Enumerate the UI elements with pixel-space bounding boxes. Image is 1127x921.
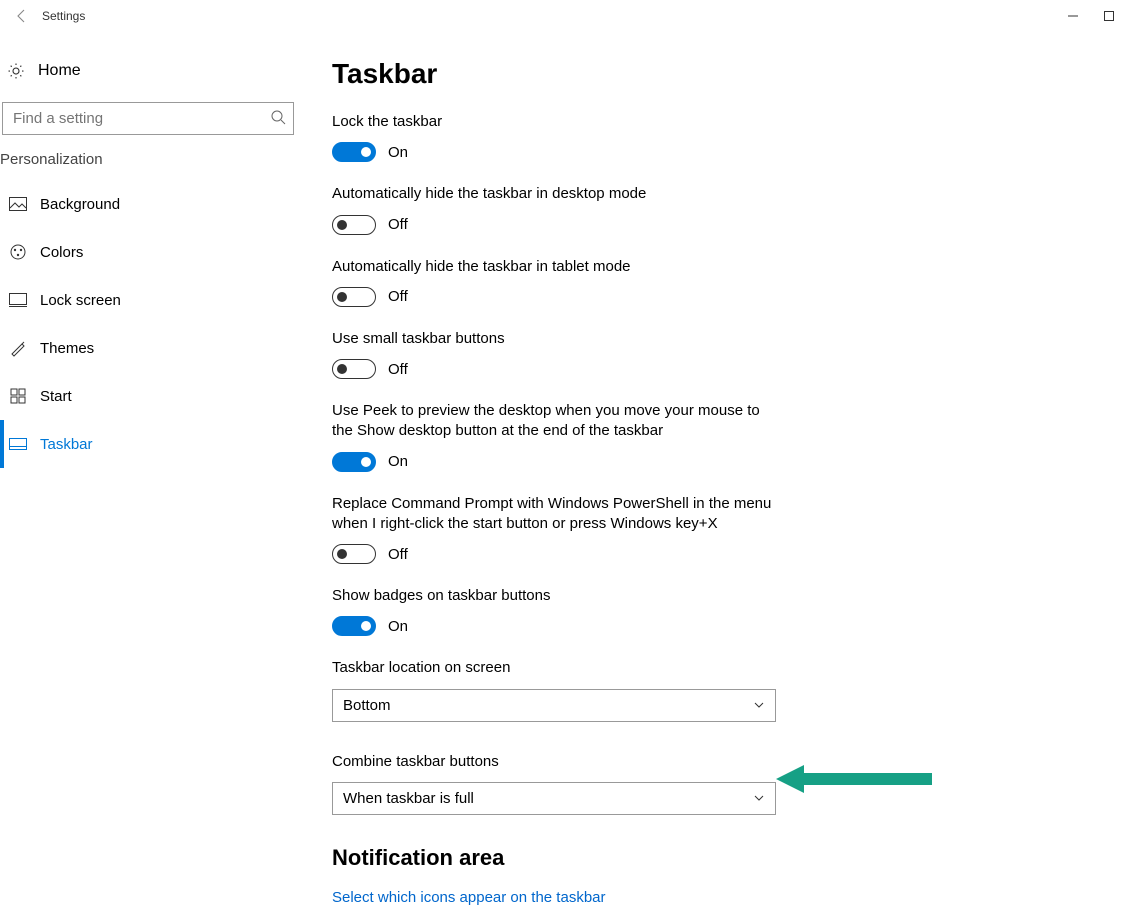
home-nav[interactable]: Home [0, 52, 296, 90]
window-controls [1067, 10, 1115, 22]
minimize-icon [1067, 10, 1079, 22]
titlebar: Settings [0, 0, 1127, 32]
back-button[interactable] [8, 2, 36, 30]
toggle-autohide-desktop-state: Off [388, 216, 408, 233]
sidebar-item-label: Background [40, 196, 120, 213]
label-lock: Lock the taskbar [332, 112, 772, 132]
search-input[interactable] [2, 102, 294, 135]
category-label: Personalization [0, 151, 296, 180]
label-autohide-tablet: Automatically hide the taskbar in tablet… [332, 257, 772, 277]
toggle-autohide-tablet-state: Off [388, 288, 408, 305]
themes-icon [6, 339, 30, 357]
toggle-autohide-tablet[interactable] [332, 287, 376, 307]
start-icon [6, 388, 30, 404]
toggle-badges-state: On [388, 618, 408, 635]
gear-icon [4, 62, 28, 80]
sidebar-item-lockscreen[interactable]: Lock screen [0, 276, 296, 324]
sidebar-item-start[interactable]: Start [0, 372, 296, 420]
toggle-badges[interactable] [332, 616, 376, 636]
sidebar-item-label: Start [40, 388, 72, 405]
search-icon [270, 109, 286, 125]
sidebar-item-label: Taskbar [40, 436, 93, 453]
chevron-down-icon [753, 792, 765, 804]
toggle-peek[interactable] [332, 452, 376, 472]
label-location: Taskbar location on screen [332, 658, 772, 678]
palette-icon [6, 243, 30, 261]
label-autohide-desktop: Automatically hide the taskbar in deskto… [332, 184, 772, 204]
taskbar-icon [6, 438, 30, 450]
label-peek: Use Peek to preview the desktop when you… [332, 401, 772, 442]
search-wrap [2, 102, 294, 135]
sidebar-item-taskbar[interactable]: Taskbar [0, 420, 296, 468]
page-title: Taskbar [332, 58, 776, 90]
select-combine[interactable]: When taskbar is full [332, 782, 776, 815]
window-title: Settings [42, 9, 85, 23]
sidebar: Home Personalization Background Colors L… [0, 32, 296, 906]
chevron-down-icon [753, 699, 765, 711]
content-pane: Taskbar Lock the taskbar On Automaticall… [296, 58, 776, 906]
label-combine: Combine taskbar buttons [332, 752, 772, 772]
label-powershell: Replace Command Prompt with Windows Powe… [332, 494, 772, 535]
toggle-powershell-state: Off [388, 546, 408, 563]
maximize-icon [1103, 10, 1115, 22]
home-label: Home [38, 62, 81, 80]
annotation-arrow [776, 759, 936, 799]
sidebar-item-label: Lock screen [40, 292, 121, 309]
toggle-autohide-desktop[interactable] [332, 215, 376, 235]
select-combine-value: When taskbar is full [343, 790, 474, 807]
toggle-lock[interactable] [332, 142, 376, 162]
select-location-value: Bottom [343, 697, 391, 714]
select-location[interactable]: Bottom [332, 689, 776, 722]
link-notification-icons[interactable]: Select which icons appear on the taskbar [332, 889, 606, 906]
toggle-small-buttons-state: Off [388, 361, 408, 378]
toggle-powershell[interactable] [332, 544, 376, 564]
toggle-lock-state: On [388, 144, 408, 161]
sidebar-item-background[interactable]: Background [0, 180, 296, 228]
label-badges: Show badges on taskbar buttons [332, 586, 772, 606]
minimize-button[interactable] [1067, 10, 1079, 22]
label-small-buttons: Use small taskbar buttons [332, 329, 772, 349]
section-notification-area: Notification area [332, 845, 776, 871]
picture-icon [6, 197, 30, 211]
sidebar-item-colors[interactable]: Colors [0, 228, 296, 276]
lockscreen-icon [6, 293, 30, 307]
sidebar-item-themes[interactable]: Themes [0, 324, 296, 372]
arrow-left-annotation-icon [776, 759, 936, 799]
toggle-small-buttons[interactable] [332, 359, 376, 379]
toggle-peek-state: On [388, 453, 408, 470]
sidebar-item-label: Themes [40, 340, 94, 357]
sidebar-item-label: Colors [40, 244, 83, 261]
maximize-button[interactable] [1103, 10, 1115, 22]
arrow-left-icon [14, 8, 30, 24]
